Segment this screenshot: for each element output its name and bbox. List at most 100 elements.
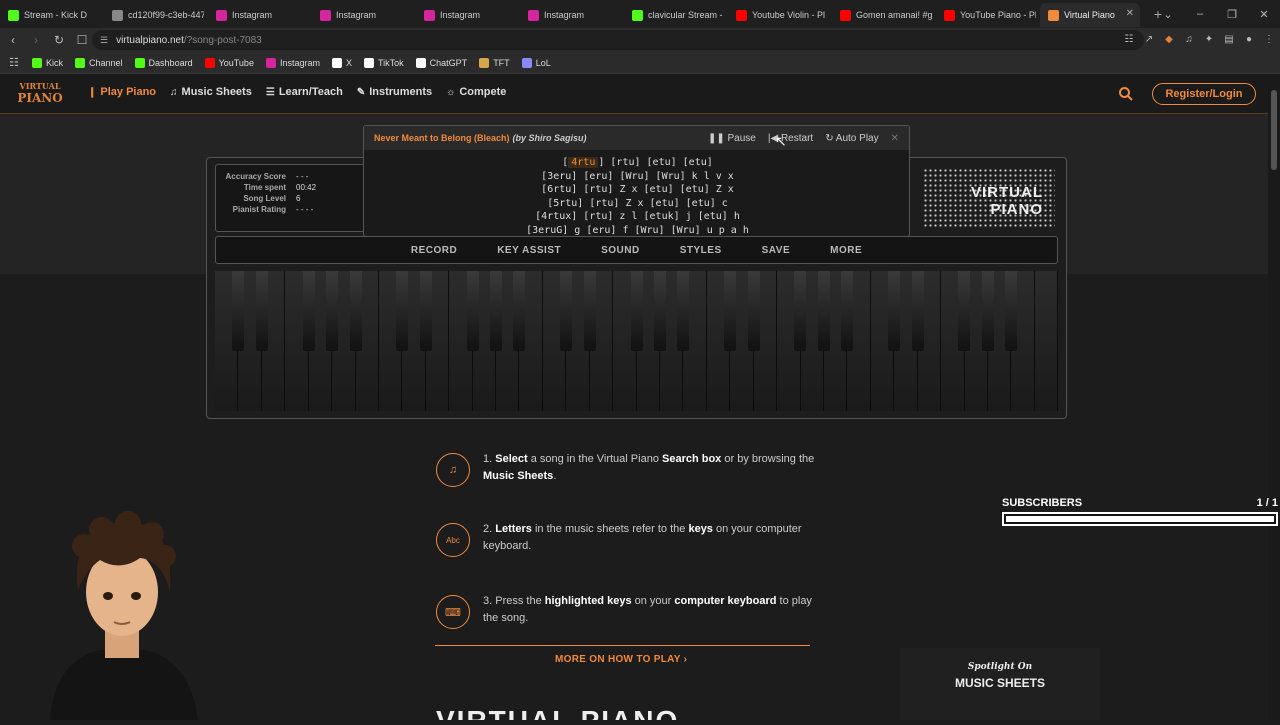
black-key[interactable]	[653, 271, 666, 351]
toolbar-save[interactable]: SAVE	[762, 245, 791, 256]
bookmark-item[interactable]: Instagram	[265, 57, 320, 68]
black-key[interactable]	[490, 271, 502, 351]
bookmark-item[interactable]: X	[331, 57, 352, 68]
white-key[interactable]	[1034, 271, 1059, 411]
black-key[interactable]	[841, 271, 854, 351]
site-logo[interactable]: VIRTUAL PIANO	[10, 80, 70, 108]
toolbar-record[interactable]: RECORD	[411, 245, 457, 256]
autoplay-button[interactable]: ↻ Auto Play	[825, 133, 878, 144]
black-key[interactable]	[1005, 271, 1018, 351]
bookmark-item[interactable]: LoL	[521, 57, 551, 68]
browser-tab[interactable]: Instagram	[520, 3, 620, 27]
scrollbar-thumb[interactable]	[1271, 90, 1277, 170]
register-login-button[interactable]: Register/Login	[1152, 83, 1256, 105]
black-key[interactable]	[583, 271, 596, 351]
audio-icon[interactable]: ♫	[1182, 32, 1196, 46]
black-key[interactable]	[560, 271, 573, 351]
browser-tab[interactable]: Stream - Kick D	[0, 3, 100, 27]
search-icon[interactable]	[1118, 86, 1134, 102]
browser-tab[interactable]: YouTube Piano - Pl	[936, 3, 1036, 27]
nav-instruments[interactable]: ✎ Instruments	[357, 86, 432, 98]
browser-tab[interactable]: Instagram	[312, 3, 412, 27]
browser-tab[interactable]: cd120f99-c3eb-447	[104, 3, 204, 27]
black-key[interactable]	[630, 271, 643, 351]
stat-value: - - - -	[296, 205, 314, 214]
maximize-icon[interactable]: ❐	[1216, 8, 1248, 21]
nav-learn-teach[interactable]: ☰ Learn/Teach	[266, 86, 343, 98]
black-key[interactable]	[794, 271, 807, 351]
apps-icon[interactable]: ☷	[2, 56, 26, 69]
black-key[interactable]	[466, 271, 479, 351]
black-key[interactable]	[724, 271, 737, 351]
bookmark-label: Channel	[89, 57, 123, 68]
reload-icon[interactable]: ↻	[49, 30, 69, 50]
bookmark-item[interactable]: TikTok	[364, 57, 404, 68]
bookmark-label: Instagram	[279, 57, 320, 68]
song-title[interactable]: Never Meant to Belong (Bleach)	[374, 133, 510, 143]
black-key[interactable]	[513, 271, 526, 351]
back-icon[interactable]: ‹	[3, 30, 23, 50]
toolbar-styles[interactable]: STYLES	[680, 245, 722, 256]
black-key[interactable]	[958, 271, 971, 351]
bookmark-item[interactable]: ChatGPT	[415, 57, 467, 68]
youtube-icon	[204, 57, 215, 68]
bookmark-label: LoL	[535, 57, 551, 68]
browser-tab[interactable]: Instagram	[416, 3, 516, 27]
browser-tab[interactable]: Gomen amanai! #g	[832, 3, 932, 27]
site-info-icon[interactable]: ☰	[100, 35, 108, 46]
black-key[interactable]	[255, 271, 268, 351]
close-window-icon[interactable]: ✕	[1248, 8, 1280, 21]
close-tab-icon[interactable]: ✕	[1126, 8, 1134, 19]
puzzle-icon[interactable]: ✦	[1202, 32, 1216, 46]
more-how-to-play-link[interactable]: MORE ON HOW TO PLAY ›	[555, 654, 687, 665]
nav-music-sheets[interactable]: ♫ Music Sheets	[170, 86, 252, 98]
stats-panel: Accuracy Score - - - Time spent 00:42 Song L…	[215, 164, 365, 232]
toolbar-key-assist[interactable]: KEY ASSIST	[497, 245, 561, 256]
black-key[interactable]	[302, 271, 315, 351]
browser-tab[interactable]: Instagram	[208, 3, 308, 27]
profile-icon[interactable]: ●	[1242, 32, 1256, 46]
browser-tab[interactable]: Youtube Violin - Pl	[728, 3, 828, 27]
black-key[interactable]	[232, 271, 245, 351]
pause-button[interactable]: ❚❚ Pause	[708, 133, 756, 144]
instagram-icon	[320, 9, 331, 21]
bookmark-item[interactable]: YouTube	[204, 57, 254, 68]
close-sheet-icon[interactable]: ✕	[891, 133, 899, 144]
toolbar-more[interactable]: MORE	[830, 245, 862, 256]
browser-tab[interactable]: Virtual Piano ✕	[1040, 3, 1140, 27]
nav-compete[interactable]: ☼ Compete	[446, 86, 506, 98]
black-key[interactable]	[981, 271, 994, 351]
sidebar-icon[interactable]: ▤	[1222, 32, 1236, 46]
bookmark-item[interactable]: Dashboard	[134, 57, 193, 68]
subscribers-label: SUBSCRIBERS	[1002, 497, 1083, 509]
bookmark-item[interactable]: Kick	[32, 57, 63, 68]
toolbar-sound[interactable]: SOUND	[601, 245, 640, 256]
url-bar[interactable]: ☰ virtualpiano.net/?song-post-7083	[92, 30, 1144, 50]
black-key[interactable]	[747, 271, 760, 351]
minimize-icon[interactable]: –	[1184, 8, 1216, 20]
black-key[interactable]	[396, 271, 409, 351]
instruction-fragment: in the music sheets refer to the	[531, 523, 689, 535]
extension-icon[interactable]: ◆	[1162, 32, 1176, 46]
browser-tab[interactable]: clavicular Stream - V	[624, 3, 724, 27]
black-key[interactable]	[817, 271, 830, 351]
page-scrollbar[interactable]	[1268, 74, 1280, 720]
forward-icon[interactable]: ›	[26, 30, 46, 50]
black-key[interactable]	[888, 271, 901, 351]
tab-search-icon[interactable]: ⌄	[1152, 8, 1184, 21]
window-controls: ⌄ – ❐ ✕	[1152, 0, 1280, 28]
share-icon[interactable]: ↗	[1142, 32, 1156, 46]
black-key[interactable]	[419, 271, 432, 351]
black-key[interactable]	[911, 271, 924, 351]
nav-play-piano[interactable]: ❙ Play Piano	[88, 86, 156, 98]
black-key[interactable]	[677, 271, 690, 351]
translate-icon[interactable]: ☷	[1122, 32, 1136, 46]
spotlight-card[interactable]: Spotlight On MUSIC SHEETS	[900, 648, 1100, 720]
bookmark-icon[interactable]: ☐	[72, 30, 92, 50]
menu-icon[interactable]: ⋮	[1262, 32, 1276, 46]
tab-strip: Stream - Kick D cd120f99-c3eb-447 Instagra…	[0, 0, 1280, 28]
bookmark-item[interactable]: Channel	[75, 57, 123, 68]
bookmark-item[interactable]: TFT	[479, 57, 510, 68]
black-key[interactable]	[349, 271, 362, 351]
black-key[interactable]	[326, 271, 339, 351]
